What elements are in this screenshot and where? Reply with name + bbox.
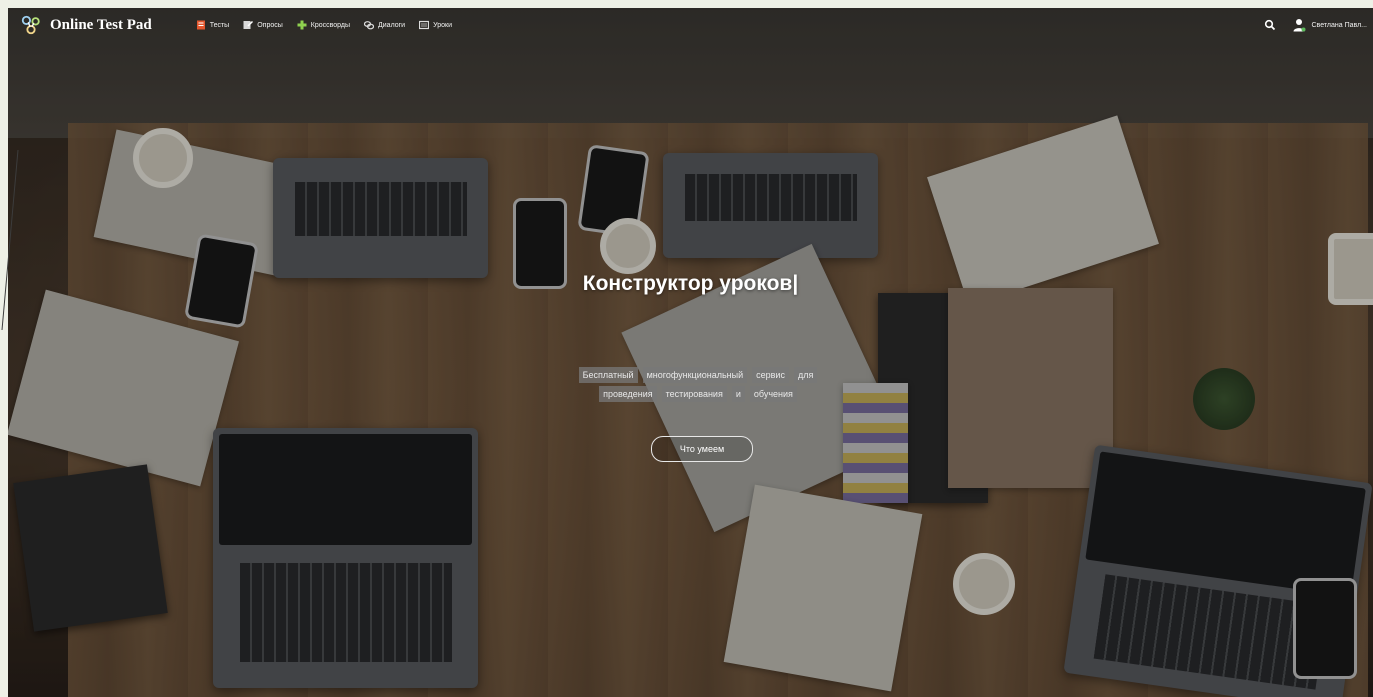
dark-overlay (8, 8, 1373, 697)
subtitle-word: и (731, 386, 745, 402)
nav-item-lessons[interactable]: Уроки (419, 20, 452, 30)
hero-subtitle: Бесплатный многофункциональный сервис дл… (548, 367, 848, 402)
nav-item-dialogs[interactable]: Диалоги (364, 20, 405, 30)
hero-title: Конструктор уроков| (582, 272, 799, 295)
nav-item-label: Уроки (433, 21, 453, 29)
test-icon (196, 20, 205, 30)
subtitle-word: Бесплатный (578, 367, 638, 383)
nav-item-label: Кроссворды (310, 21, 351, 29)
background-photo (8, 8, 1373, 697)
subtitle-word: для (793, 367, 818, 383)
nav-item-polls[interactable]: Опросы (243, 20, 283, 30)
lesson-icon (419, 20, 430, 30)
nav-item-crosswords[interactable]: Кроссворды (297, 20, 350, 30)
subtitle-word: проведения (599, 386, 657, 402)
main-nav: Тесты Опросы Кроссворды Диалоги Уроки (196, 20, 466, 30)
crossword-icon (297, 20, 307, 30)
top-navbar: Online Test Pad Тесты Опросы Кроссворды … (8, 8, 1373, 42)
brand-link[interactable]: Online Test Pad (20, 14, 152, 36)
poll-icon (243, 20, 254, 29)
hero-section: Online Test Pad Тесты Опросы Кроссворды … (8, 8, 1373, 697)
user-avatar-icon[interactable] (1292, 18, 1306, 32)
what-we-can-button[interactable]: Что умеем (651, 436, 753, 462)
dialog-icon (364, 21, 375, 30)
subtitle-word: обучения (749, 386, 797, 402)
nav-item-tests[interactable]: Тесты (196, 20, 230, 30)
subtitle-word: тестирования (661, 386, 727, 402)
subtitle-word: сервис (752, 367, 789, 383)
nav-item-label: Тесты (209, 21, 230, 29)
nav-item-label: Диалоги (378, 21, 406, 29)
user-name-link[interactable]: Светлана Павл... (1312, 22, 1368, 29)
slide-decor-line (1, 150, 19, 330)
what-we-can-label: Что умеем (679, 444, 725, 454)
logo-icon (21, 15, 40, 35)
subtitle-word: многофункциональный (642, 367, 748, 383)
nav-item-label: Опросы (257, 21, 283, 29)
search-icon[interactable] (1264, 19, 1276, 31)
brand-name: Online Test Pad (50, 16, 152, 33)
nav-user-area: Светлана Павл... (1264, 8, 1368, 42)
